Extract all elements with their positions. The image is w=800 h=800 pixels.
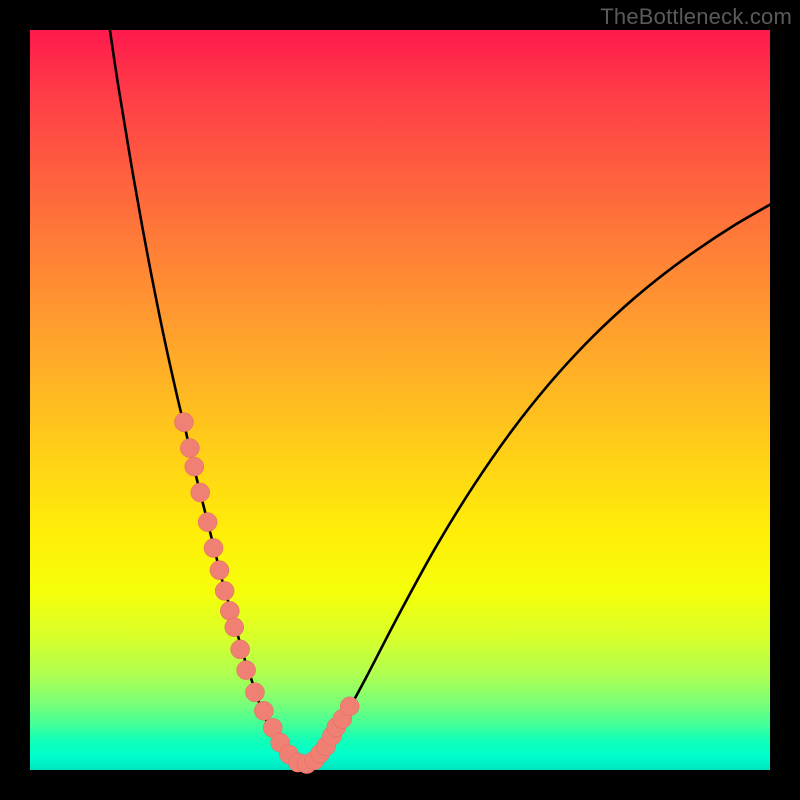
data-marker bbox=[340, 697, 359, 716]
data-marker bbox=[254, 701, 273, 720]
data-marker bbox=[191, 483, 210, 502]
data-marker bbox=[185, 457, 204, 476]
data-marker bbox=[245, 683, 264, 702]
plot-area bbox=[30, 30, 770, 770]
data-marker bbox=[210, 561, 229, 580]
data-marker bbox=[174, 413, 193, 432]
data-marker bbox=[198, 513, 217, 532]
data-marker bbox=[225, 618, 244, 637]
chart-frame: TheBottleneck.com bbox=[0, 0, 800, 800]
bottleneck-curve bbox=[30, 30, 770, 770]
data-marker bbox=[237, 661, 256, 680]
data-marker bbox=[231, 640, 250, 659]
data-marker bbox=[204, 539, 223, 558]
data-marker bbox=[215, 581, 234, 600]
data-marker bbox=[180, 439, 199, 458]
watermark-text: TheBottleneck.com bbox=[600, 4, 792, 30]
data-marker bbox=[220, 601, 239, 620]
